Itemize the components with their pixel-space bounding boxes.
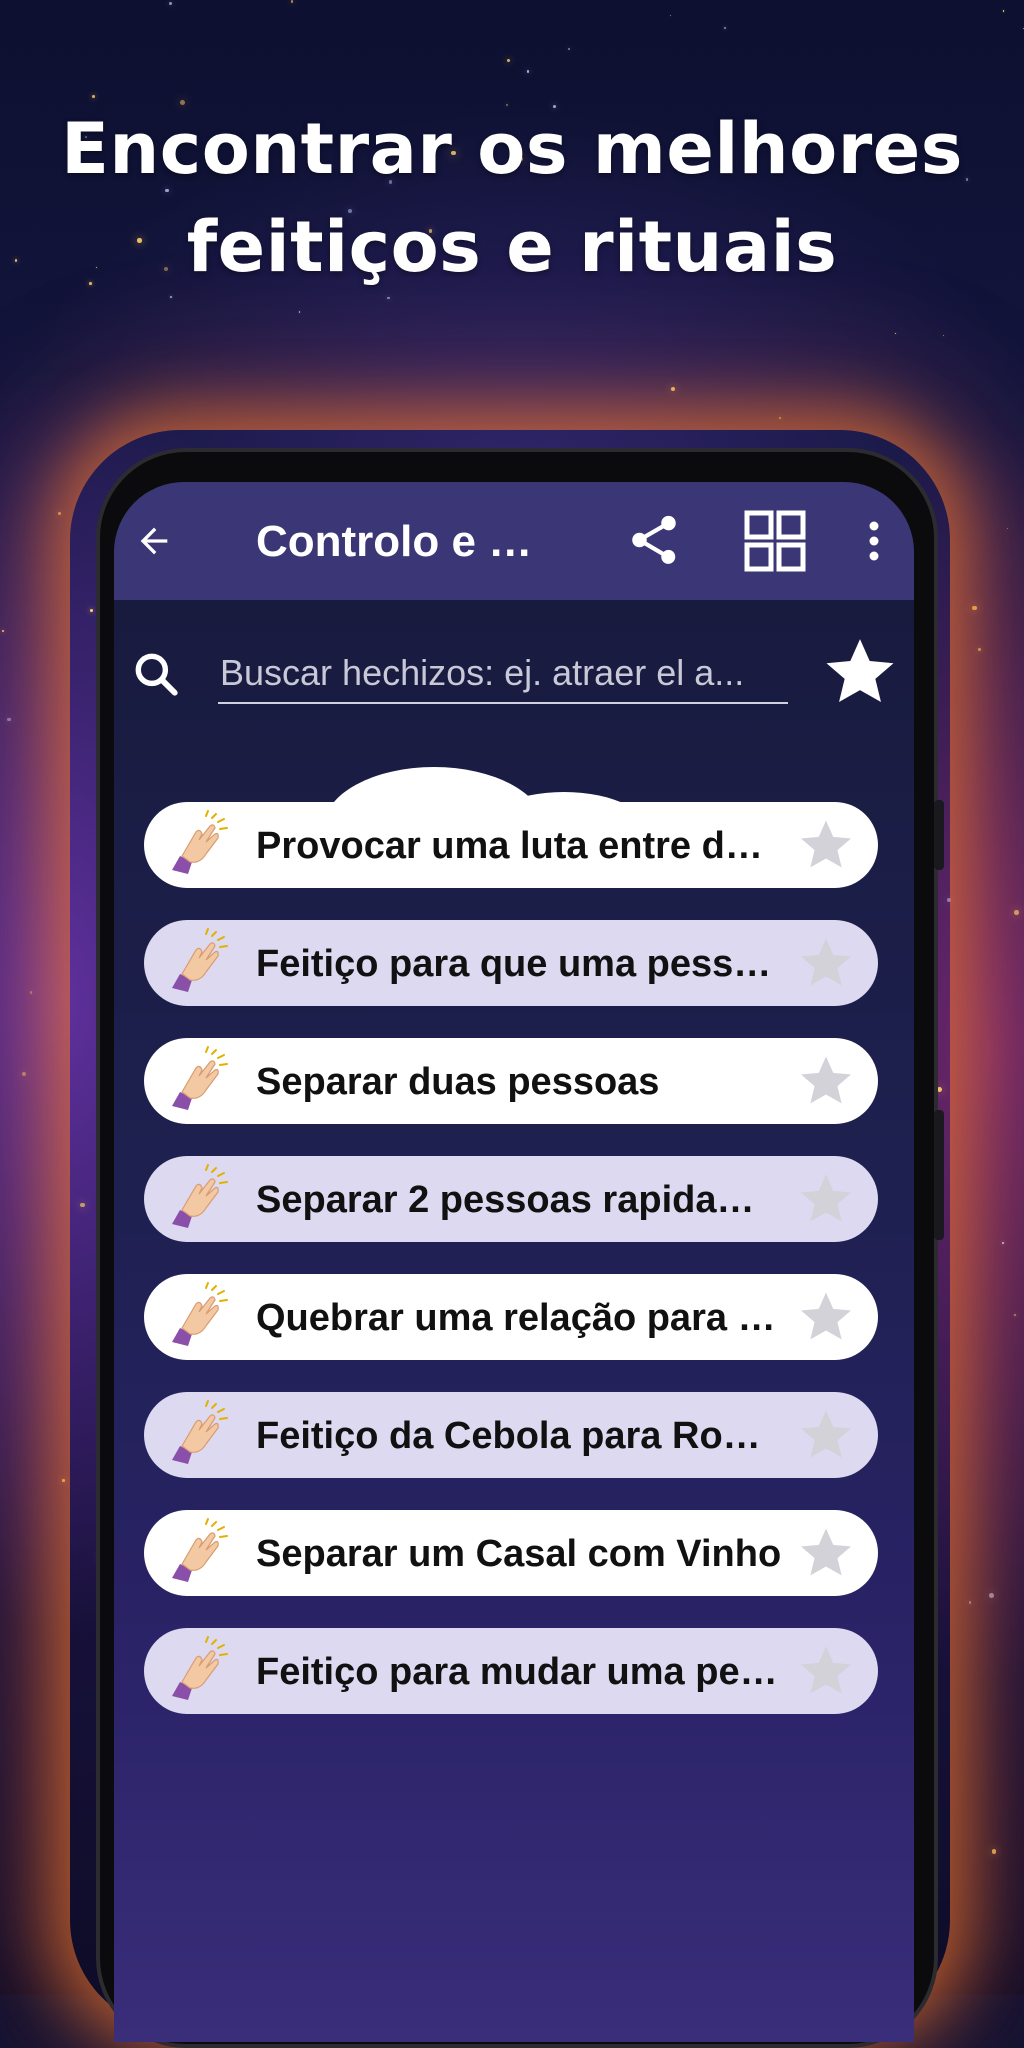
star-dot [387,296,390,300]
star-dot [567,48,571,51]
star-dot [21,1071,26,1076]
hand-magic-icon [166,1282,232,1352]
spell-list-item[interactable]: Separar duas pessoas [144,1038,878,1124]
star-dot [62,1479,65,1483]
hand-magic-icon [166,1164,232,1234]
star-dot [670,387,675,392]
hand-magic-icon [166,810,232,880]
star-dot [1,629,5,633]
star-dot [1014,910,1019,915]
phone-side-button [934,1110,944,1240]
hand-magic-icon [166,1518,232,1588]
spell-list-item[interactable]: Feitiço da Cebola para Romp... [144,1392,878,1478]
star-dot [895,333,897,335]
search-input[interactable] [218,644,788,704]
star-dot [1001,1242,1004,1245]
star-dot [1007,528,1009,530]
star-dot [972,605,977,611]
star-dot [526,70,530,73]
spell-list: Provocar uma luta entre dua... Feitiço pa… [144,802,878,1746]
star-dot [778,416,781,419]
star-dot [942,334,945,337]
star-dot [170,296,172,298]
star-dot [724,26,727,29]
hand-magic-icon [166,1400,232,1470]
star-dot [1014,1314,1016,1316]
more-options-button[interactable] [850,510,898,572]
spell-title: Separar 2 pessoas rapidame... [256,1179,786,1221]
headline-line-2: feitiços e rituais [186,206,838,288]
search-button[interactable] [124,642,188,706]
star-dot [29,991,33,995]
promo-headline: Encontrar os melhores feitiços e rituais [0,100,1024,296]
spell-list-item[interactable]: Feitiço para mudar uma pess... [144,1628,878,1714]
spell-list-item[interactable]: Feitiço para que uma pessoa... [144,920,878,1006]
hand-magic-icon [166,928,232,998]
favorite-star-icon[interactable] [798,936,854,990]
star-dot [298,311,301,313]
favorite-star-icon[interactable] [798,1290,854,1344]
search-icon [135,653,178,696]
headline-line-1: Encontrar os melhores [61,108,963,190]
back-button[interactable] [124,511,184,571]
favorite-star-icon[interactable] [798,1644,854,1698]
star-dot [168,1,173,6]
search-bar [114,622,914,722]
share-button[interactable] [622,508,686,572]
spell-title: Separar um Casal com Vinho [256,1533,782,1575]
phone-side-button [934,800,944,870]
star-icon [826,639,894,703]
spell-title: Feitiço para mudar uma pess... [256,1651,786,1693]
favorite-star-icon[interactable] [798,1408,854,1462]
hand-magic-icon [166,1046,232,1116]
spell-list-item[interactable]: Separar 2 pessoas rapidame... [144,1156,878,1242]
spell-title: Feitiço da Cebola para Romp... [256,1415,786,1457]
star-dot [991,1849,997,1854]
star-dot [7,717,11,722]
page-title: Controlo e ata... [256,517,556,566]
app-bar: Controlo e ata... [114,482,914,600]
star-dot [978,648,981,651]
favorite-star-icon[interactable] [798,818,854,872]
star-dot [1022,28,1024,30]
grid-view-icon [744,510,806,572]
spell-list-item[interactable]: Separar um Casal com Vinho [144,1510,878,1596]
favorite-star-icon[interactable] [798,1172,854,1226]
spell-title: Provocar uma luta entre dua... [256,825,786,867]
star-dot [1002,10,1004,12]
star-dot [290,0,294,3]
spell-title: Feitiço para que uma pessoa... [256,943,786,985]
star-dot [92,95,95,98]
favorite-star-icon[interactable] [798,1054,854,1108]
more-vert-icon [869,521,879,561]
favorite-star-icon[interactable] [798,1526,854,1580]
star-dot [670,15,672,17]
spell-list-item[interactable]: Quebrar uma relação para se... [144,1274,878,1360]
spell-list-item[interactable]: Provocar uma luta entre dua... [144,802,878,888]
star-dot [506,58,510,62]
arrow-left-icon [140,527,168,555]
spell-title: Quebrar uma relação para se... [256,1297,786,1339]
grid-view-button[interactable] [742,508,808,574]
share-icon [632,515,676,564]
star-dot [58,512,62,516]
hand-magic-icon [166,1636,232,1706]
star-dot [968,1601,972,1604]
app-screen: Controlo e ata... Buscar hechizos: ej. a… [114,482,914,2042]
spell-title: Separar duas pessoas [256,1061,660,1103]
star-dot [989,1593,994,1599]
favorites-button[interactable] [820,632,900,712]
